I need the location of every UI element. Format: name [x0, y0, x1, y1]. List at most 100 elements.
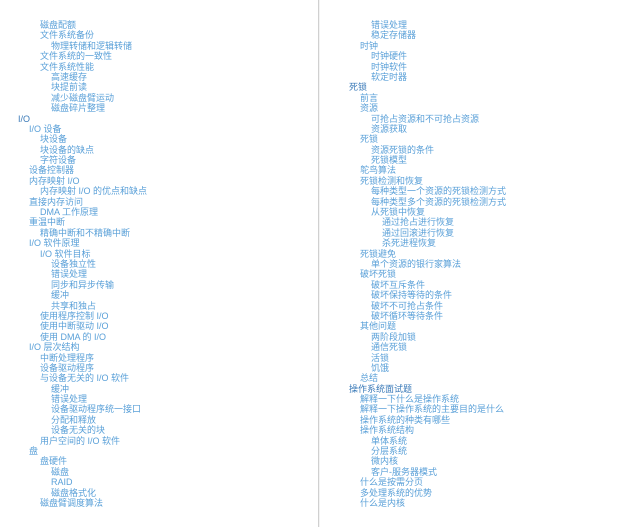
- toc-item[interactable]: 文件系统备份: [18, 30, 320, 40]
- toc-item[interactable]: I/O 软件原理: [18, 238, 320, 248]
- toc-item[interactable]: 同步和异步传输: [18, 280, 320, 290]
- toc-item[interactable]: 直接内存访问: [18, 197, 320, 207]
- toc-item[interactable]: 用户空间的 I/O 软件: [18, 436, 320, 446]
- toc-item-label: 破坏不可抢占条件: [371, 301, 443, 311]
- toc-item[interactable]: 破坏不可抢占条件: [338, 301, 640, 311]
- toc-item[interactable]: 解释一下什么是操作系统: [338, 394, 640, 404]
- toc-item[interactable]: 单个资源的银行家算法: [338, 259, 640, 269]
- toc-item[interactable]: 死锁: [338, 82, 640, 92]
- toc-item[interactable]: 每种类型多个资源的死锁检测方式: [338, 197, 640, 207]
- toc-item[interactable]: 死锁模型: [338, 155, 640, 165]
- toc-item[interactable]: 破坏互斥条件: [338, 280, 640, 290]
- toc-item[interactable]: 块设备的缺点: [18, 145, 320, 155]
- left-column: 磁盘配额文件系统备份物理转储和逻辑转储文件系统的一致性文件系统性能高速缓存块提前…: [0, 0, 320, 508]
- toc-item[interactable]: 杀死进程恢复: [338, 238, 640, 248]
- toc-item[interactable]: 精确中断和不精确中断: [18, 228, 320, 238]
- toc-item-label: 使用中断驱动 I/O: [40, 321, 109, 331]
- toc-item[interactable]: 磁盘: [18, 467, 320, 477]
- toc-item[interactable]: 分层系统: [338, 446, 640, 456]
- toc-item[interactable]: 通过回滚进行恢复: [338, 228, 640, 238]
- toc-item[interactable]: 其他问题: [338, 321, 640, 331]
- toc-item[interactable]: RAID: [18, 477, 320, 487]
- toc-item[interactable]: 缓冲: [18, 290, 320, 300]
- toc-item[interactable]: 死锁: [338, 134, 640, 144]
- toc-item[interactable]: 文件系统性能: [18, 62, 320, 72]
- toc-item[interactable]: 使用程序控制 I/O: [18, 311, 320, 321]
- toc-item[interactable]: 磁盘格式化: [18, 488, 320, 498]
- toc-item[interactable]: 单体系统: [338, 436, 640, 446]
- toc-item[interactable]: 设备控制器: [18, 165, 320, 175]
- toc-item[interactable]: 磁盘配额: [18, 20, 320, 30]
- toc-item[interactable]: 鸵鸟算法: [338, 165, 640, 175]
- toc-item[interactable]: 共享和独占: [18, 301, 320, 311]
- toc-item[interactable]: 错误处理: [18, 394, 320, 404]
- toc-item[interactable]: 中断处理程序: [18, 353, 320, 363]
- toc-item[interactable]: 总结: [338, 373, 640, 383]
- toc-item[interactable]: 设备独立性: [18, 259, 320, 269]
- toc-item[interactable]: 内存映射 I/O 的优点和缺点: [18, 186, 320, 196]
- toc-item[interactable]: 客户-服务器模式: [338, 467, 640, 477]
- toc-item[interactable]: 设备无关的块: [18, 425, 320, 435]
- toc-item[interactable]: 活锁: [338, 353, 640, 363]
- toc-item[interactable]: 软定时器: [338, 72, 640, 82]
- toc-item[interactable]: I/O 层次结构: [18, 342, 320, 352]
- toc-item[interactable]: 操作系统结构: [338, 425, 640, 435]
- toc-item[interactable]: 减少磁盘臂运动: [18, 93, 320, 103]
- toc-item[interactable]: 资源获取: [338, 124, 640, 134]
- toc-item[interactable]: 时钟软件: [338, 62, 640, 72]
- toc-item[interactable]: DMA 工作原理: [18, 207, 320, 217]
- toc-item[interactable]: 资源死锁的条件: [338, 145, 640, 155]
- toc-item[interactable]: 时钟硬件: [338, 51, 640, 61]
- toc-item[interactable]: 破坏死锁: [338, 269, 640, 279]
- toc-item[interactable]: 设备驱动程序: [18, 363, 320, 373]
- toc-item[interactable]: 字符设备: [18, 155, 320, 165]
- toc-item[interactable]: 从死锁中恢复: [338, 207, 640, 217]
- toc-item[interactable]: 错误处理: [338, 20, 640, 30]
- toc-item[interactable]: 每种类型一个资源的死锁检测方式: [338, 186, 640, 196]
- toc-item[interactable]: 使用 DMA 的 I/O: [18, 332, 320, 342]
- toc-item[interactable]: 重温中断: [18, 217, 320, 227]
- toc-item[interactable]: 通信死锁: [338, 342, 640, 352]
- toc-item[interactable]: 前言: [338, 93, 640, 103]
- toc-item[interactable]: I/O: [18, 114, 320, 124]
- toc-item[interactable]: 饥饿: [338, 363, 640, 373]
- toc-item[interactable]: I/O 设备: [18, 124, 320, 134]
- toc-item-label: 同步和异步传输: [51, 280, 114, 290]
- toc-item[interactable]: 缓冲: [18, 384, 320, 394]
- toc-item[interactable]: 可抢占资源和不可抢占资源: [338, 114, 640, 124]
- toc-item[interactable]: 错误处理: [18, 269, 320, 279]
- toc-item[interactable]: 设备驱动程序统一接口: [18, 404, 320, 414]
- toc-item[interactable]: 与设备无关的 I/O 软件: [18, 373, 320, 383]
- toc-item[interactable]: 磁盘臂调度算法: [18, 498, 320, 508]
- toc-item[interactable]: 块设备: [18, 134, 320, 144]
- toc-item[interactable]: 内存映射 I/O: [18, 176, 320, 186]
- toc-item[interactable]: 破坏保持等待的条件: [338, 290, 640, 300]
- toc-item[interactable]: 盘硬件: [18, 456, 320, 466]
- toc-item[interactable]: 什么是按需分页: [338, 477, 640, 487]
- toc-item[interactable]: 死锁检测和恢复: [338, 176, 640, 186]
- toc-item[interactable]: 文件系统的一致性: [18, 51, 320, 61]
- toc-item[interactable]: 死锁避免: [338, 249, 640, 259]
- toc-item-label: 内存映射 I/O: [29, 176, 80, 186]
- toc-item[interactable]: 时钟: [338, 41, 640, 51]
- toc-item[interactable]: 操作系统的种类有哪些: [338, 415, 640, 425]
- toc-item[interactable]: 块提前读: [18, 82, 320, 92]
- toc-item[interactable]: 解释一下操作系统的主要目的是什么: [338, 404, 640, 414]
- toc-item[interactable]: 稳定存储器: [338, 30, 640, 40]
- toc-item[interactable]: 多处理系统的优势: [338, 488, 640, 498]
- toc-item[interactable]: 什么是内核: [338, 498, 640, 508]
- toc-item-label: I/O 层次结构: [29, 342, 80, 352]
- toc-item[interactable]: 分配和释放: [18, 415, 320, 425]
- toc-item[interactable]: 高速缓存: [18, 72, 320, 82]
- toc-item[interactable]: 使用中断驱动 I/O: [18, 321, 320, 331]
- toc-item[interactable]: I/O 软件目标: [18, 249, 320, 259]
- toc-item[interactable]: 资源: [338, 103, 640, 113]
- toc-item[interactable]: 物理转储和逻辑转储: [18, 41, 320, 51]
- toc-item[interactable]: 微内核: [338, 456, 640, 466]
- toc-item[interactable]: 通过抢占进行恢复: [338, 217, 640, 227]
- toc-item[interactable]: 磁盘碎片整理: [18, 103, 320, 113]
- toc-item[interactable]: 盘: [18, 446, 320, 456]
- toc-item[interactable]: 两阶段加锁: [338, 332, 640, 342]
- toc-item[interactable]: 破坏循环等待条件: [338, 311, 640, 321]
- toc-item[interactable]: 操作系统面试题: [338, 384, 640, 394]
